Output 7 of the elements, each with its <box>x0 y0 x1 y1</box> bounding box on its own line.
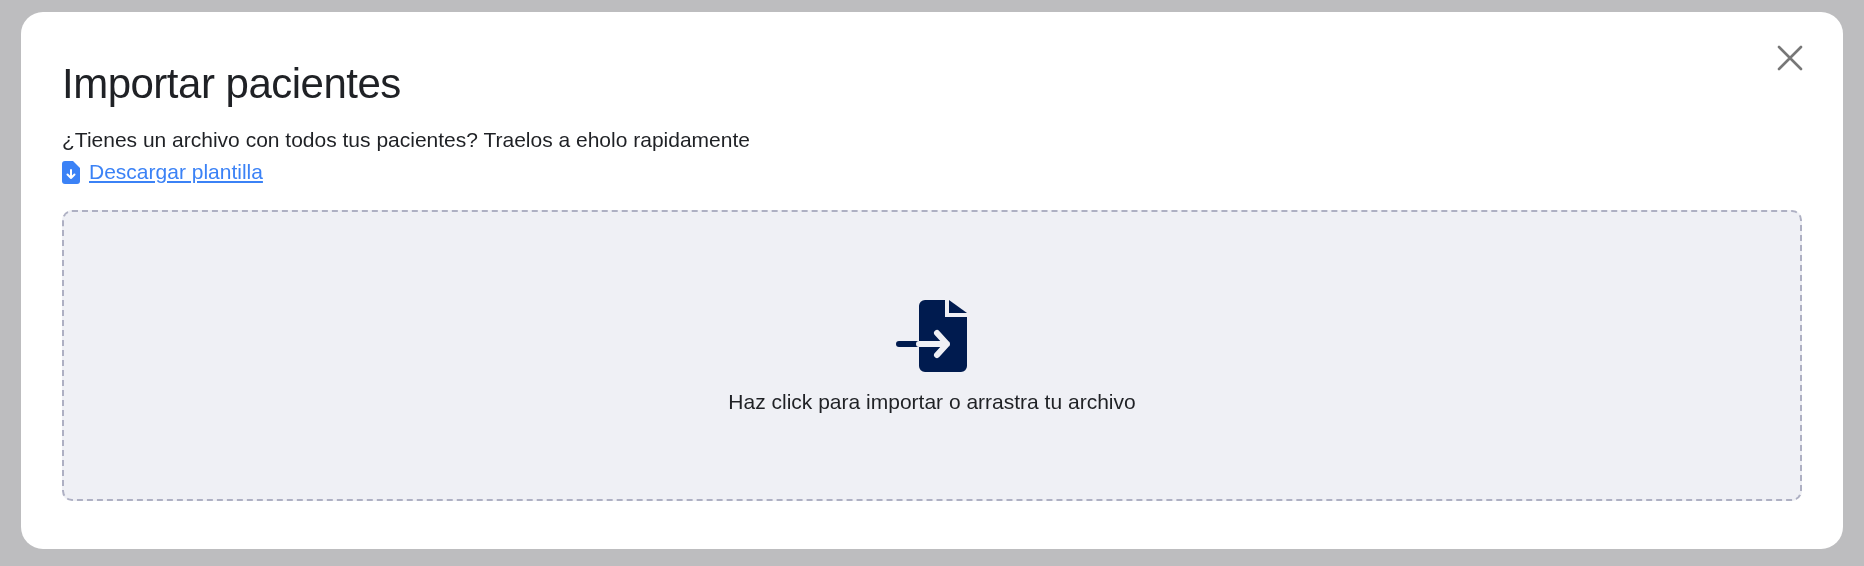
dialog-title: Importar pacientes <box>62 59 401 109</box>
file-dropzone[interactable]: Haz click para importar o arrastra tu archivo <box>62 210 1802 501</box>
download-template-link[interactable]: Descargar plantilla <box>89 158 263 186</box>
dialog-description: ¿Tienes un archivo con todos tus pacientes? Traelos a eholo rapidamente <box>62 127 750 153</box>
file-download-icon <box>62 160 80 184</box>
dropzone-text: Haz click para importar o arrastra tu archivo <box>728 388 1136 415</box>
file-import-icon <box>895 299 969 372</box>
